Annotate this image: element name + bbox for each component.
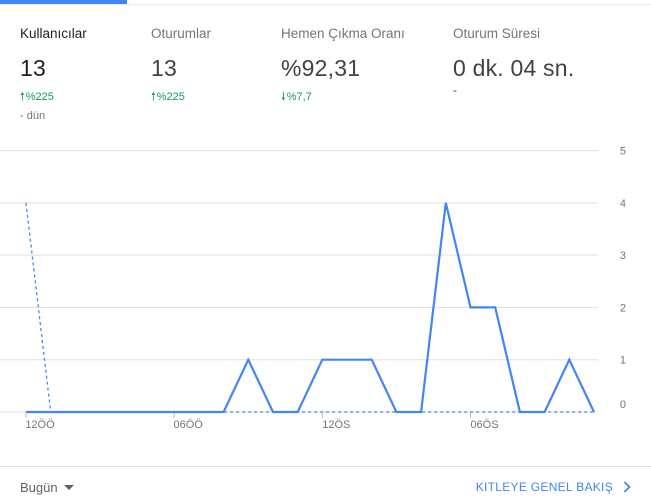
y-tick-label: 1 <box>620 355 626 367</box>
chevron-right-icon <box>623 481 631 493</box>
footer-divider <box>0 466 651 467</box>
users-line-chart: 0 1 2 3 4 5 12ÖÖ 06ÖÖ 12ÖS 06ÖS <box>0 146 626 431</box>
audience-overview-label: KITLEYE GENEL BAKIŞ <box>475 480 613 494</box>
y-tick-label: 5 <box>620 146 626 158</box>
date-range-dropdown[interactable]: Bugün <box>20 480 74 495</box>
x-tick-label: 12ÖS <box>322 419 350 431</box>
date-range-label: Bugün <box>20 480 58 495</box>
x-tick-label: 12ÖÖ <box>25 419 55 431</box>
audience-overview-link[interactable]: KITLEYE GENEL BAKIŞ <box>476 480 631 494</box>
y-tick-label: 4 <box>620 198 626 210</box>
y-tick-label: 2 <box>620 302 626 314</box>
y-tick-label: 3 <box>620 250 626 262</box>
y-tick-label: 0 <box>620 399 626 411</box>
x-tick-label: 06ÖÖ <box>173 419 203 431</box>
caret-down-icon <box>63 485 74 490</box>
x-tick-label: 06ÖS <box>470 419 498 431</box>
